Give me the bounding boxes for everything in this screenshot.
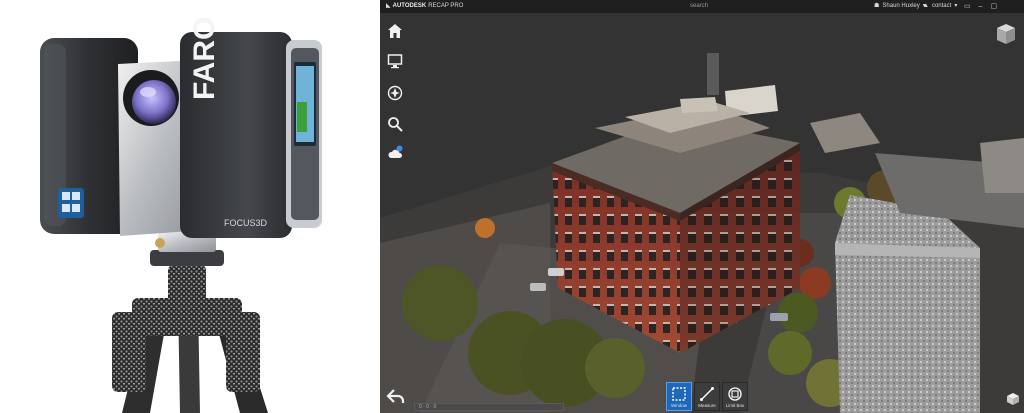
display-settings-icon (387, 54, 403, 69)
account-menu[interactable]: ▲ contact ▾ (923, 0, 957, 13)
product-name: RECAP PRO (428, 3, 464, 9)
measure-tool[interactable]: Measure (694, 382, 720, 411)
chat-icon[interactable]: ▭ (964, 0, 971, 13)
view-cube-icon[interactable] (995, 22, 1017, 48)
tripod (112, 232, 268, 413)
window-controls: ▭ – ▢ (964, 0, 997, 13)
laser-scanner-illustration: FARO FOCUS3D (40, 17, 322, 413)
scanner-model-label: FOCUS3D (224, 218, 268, 228)
search-field[interactable]: search (690, 0, 708, 13)
tool-label: Measure (698, 403, 716, 408)
account-label: contact (931, 3, 952, 9)
app-brand: ◣ AUTODESK RECAP PRO (386, 0, 463, 13)
account-icon: ▲ (923, 3, 929, 9)
brand-name: AUTODESK (392, 3, 427, 9)
cloud-button[interactable] (386, 144, 404, 162)
navigation-button[interactable] (386, 84, 404, 102)
cloud-icon (388, 145, 403, 158)
limit-box-tool[interactable]: Limit Box (722, 382, 748, 411)
scanner-brand-label: FARO (188, 17, 221, 100)
title-bar: ◣ AUTODESK RECAP PRO search ☗ Shaun Huxl… (380, 0, 1024, 13)
back-arrow-icon[interactable] (386, 386, 406, 406)
navigation-icon (387, 85, 403, 101)
search-button[interactable] (386, 115, 404, 133)
user-menu[interactable]: ☗ Shaun Huxley ▾ (874, 0, 926, 13)
minimize-icon[interactable]: – (979, 0, 983, 13)
status-strip: 0 · 0 · 0 (414, 403, 564, 411)
autodesk-logo-icon: ◣ (386, 3, 391, 9)
scanner-body: FARO FOCUS3D (40, 17, 322, 238)
limit-box-icon (728, 387, 742, 401)
laser-scanner-photo: FARO FOCUS3D (0, 0, 380, 413)
selection-window-icon (672, 387, 686, 401)
point-cloud-scene[interactable] (380, 13, 1024, 413)
recap-viewer[interactable]: ◣ AUTODESK RECAP PRO search ☗ Shaun Huxl… (380, 0, 1024, 413)
chevron-down-icon: ▾ (954, 3, 958, 9)
screenshot-root: FARO FOCUS3D ◣ AUTODESK RECAP PRO search… (0, 0, 1024, 413)
orbit-cube-icon[interactable] (1006, 392, 1020, 406)
window-selection-tool[interactable]: Window (666, 382, 692, 411)
measure-icon (700, 387, 714, 401)
search-icon (388, 117, 403, 132)
user-name: Shaun Huxley (882, 3, 920, 9)
window-icon[interactable]: ▢ (991, 0, 998, 13)
tool-label: Window (670, 403, 687, 408)
home-icon (388, 24, 402, 38)
home-button[interactable] (386, 22, 404, 40)
display-settings-button[interactable] (386, 52, 404, 70)
user-avatar-icon: ☗ (874, 3, 880, 9)
tool-label: Limit Box (725, 403, 745, 408)
bottom-toolbar: Window Measure Limit Box (666, 382, 748, 413)
